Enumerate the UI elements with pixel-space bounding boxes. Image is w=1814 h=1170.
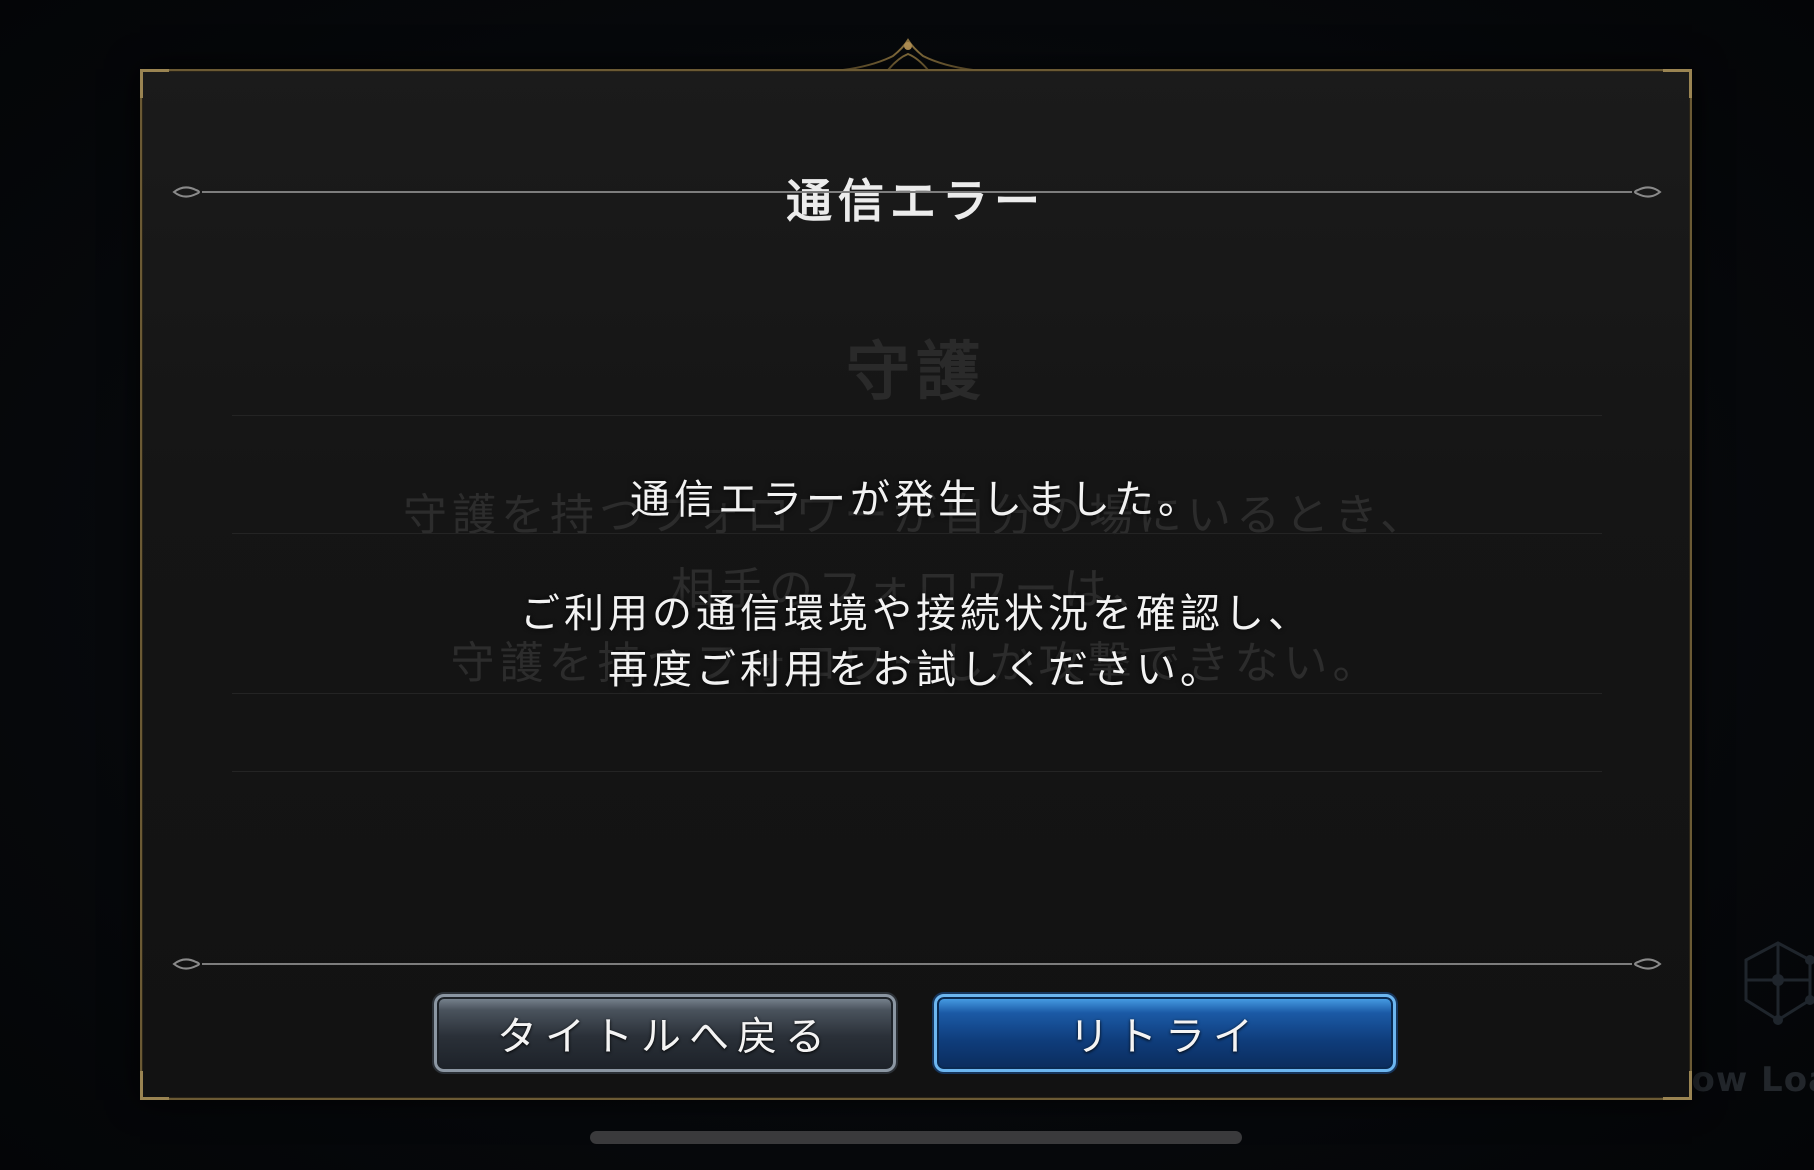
back-to-title-label: タイトルへ戻る [497, 1014, 833, 1060]
error-message-line: 通信エラーが発生しました。 [630, 477, 1202, 523]
loading-cube-icon [1744, 941, 1814, 1025]
bottom-divider-ornament [172, 958, 1662, 970]
frame-corner [140, 69, 169, 98]
dialog-crest-ornament [842, 38, 974, 71]
background-rule [232, 771, 1602, 772]
background-card-title: 守護 [846, 335, 986, 410]
home-indicator[interactable] [590, 1131, 1242, 1144]
retry-button[interactable]: リトライ [934, 994, 1396, 1072]
back-to-title-button[interactable]: タイトルへ戻る [434, 994, 896, 1072]
frame-corner [140, 1071, 169, 1100]
error-message-line: 再度ご利用をお試しください。 [608, 647, 1224, 693]
error-message-line: ご利用の通信環境や接続状況を確認し、 [520, 591, 1312, 637]
top-divider-ornament [172, 186, 1662, 198]
error-dialog: 通信エラー 守護 守護を持つフォロワーが自分の場にいるとき、 相手のフォロワーは… [140, 69, 1692, 1100]
retry-label: リトライ [1069, 1014, 1261, 1060]
background-rule [232, 415, 1602, 416]
frame-corner [1663, 1071, 1692, 1100]
frame-corner [1663, 69, 1692, 98]
background-rule [232, 533, 1602, 534]
game-screen: Now Loading 通信エラー 守護 守護を持つフォロワーが自分の場にいると… [0, 0, 1814, 1170]
